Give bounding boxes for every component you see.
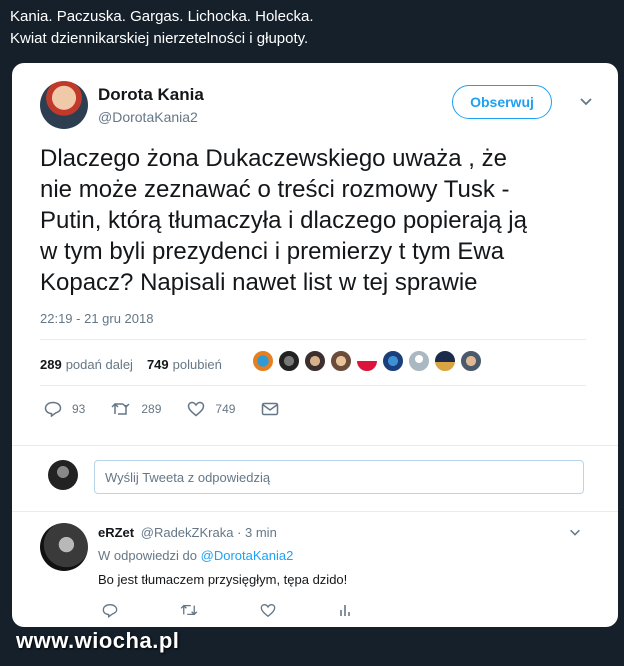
- retweets-label[interactable]: podań dalej: [66, 357, 133, 372]
- reply-text: Bo jest tłumaczem przysięgłym, tępa dzid…: [98, 572, 348, 587]
- author-avatar[interactable]: [40, 81, 88, 129]
- reply-to-prefix: W odpowiedzi do: [98, 548, 197, 563]
- retweet-action[interactable]: 289: [111, 401, 161, 417]
- reply-time[interactable]: · 3 min: [237, 525, 277, 540]
- envelope-icon: [262, 402, 279, 416]
- tweet-timestamp[interactable]: 22:19 - 21 gru 2018: [40, 311, 153, 326]
- liker-avatar[interactable]: [330, 350, 352, 372]
- reply-author-name[interactable]: eRZet: [98, 525, 134, 540]
- retweet-count: 289: [141, 402, 162, 416]
- liker-avatar[interactable]: [252, 350, 274, 372]
- liker-avatar[interactable]: [434, 350, 456, 372]
- author-name[interactable]: Dorota Kania: [98, 85, 204, 105]
- message-action[interactable]: [261, 402, 289, 416]
- reply-to-handle[interactable]: @DorotaKania2: [201, 548, 294, 563]
- reply-action[interactable]: 93: [44, 401, 85, 417]
- like-count: 749: [215, 402, 236, 416]
- liker-avatar[interactable]: [408, 350, 430, 372]
- analytics-icon[interactable]: [338, 602, 352, 618]
- retweets-count[interactable]: 289: [40, 357, 62, 372]
- follow-button[interactable]: Obserwuj: [452, 85, 552, 119]
- caption-line-2: Kwiat dziennikarskiej nierzetelności i g…: [10, 30, 309, 47]
- tweet-text-line: w tym byli prezydenci i premierzy t tym …: [40, 238, 505, 265]
- retweet-icon[interactable]: [180, 603, 198, 617]
- tweet-text-line: Dlaczego żona Dukaczewskiego uważa , że: [40, 145, 507, 172]
- site-watermark: www.wiocha.pl: [16, 628, 180, 653]
- retweet-icon: [111, 402, 130, 415]
- divider: [40, 385, 586, 386]
- likes-label[interactable]: polubień: [173, 357, 222, 372]
- liker-avatar[interactable]: [304, 350, 326, 372]
- reply-composer: Wyślij Tweeta z odpowiedzią: [12, 447, 618, 501]
- current-user-avatar[interactable]: [48, 460, 78, 490]
- caption-line-1: Kania. Paczuska. Gargas. Lichocka. Holec…: [10, 8, 314, 25]
- divider: [40, 339, 586, 340]
- tweet-header: Dorota Kania @DorotaKania2 Obserwuj: [40, 81, 600, 131]
- reply-context: W odpowiedzi do @DorotaKania2: [98, 548, 293, 563]
- liker-avatar[interactable]: [382, 350, 404, 372]
- heart-icon: [188, 401, 205, 417]
- chevron-down-icon[interactable]: [568, 525, 582, 539]
- divider: [12, 445, 618, 446]
- divider: [12, 511, 618, 512]
- author-handle[interactable]: @DorotaKania2: [98, 109, 198, 125]
- likes-count[interactable]: 749: [147, 357, 169, 372]
- tweet-text: Dlaczego żona Dukaczewskiego uważa , że …: [40, 143, 600, 298]
- reply-icon[interactable]: [102, 603, 118, 618]
- tweet-card: Dorota Kania @DorotaKania2 Obserwuj Dlac…: [12, 63, 618, 627]
- tweet-text-line: Putin, którą tłumaczyła i dlaczego popie…: [40, 207, 527, 234]
- reply-author-avatar[interactable]: [40, 523, 88, 571]
- reply-input[interactable]: Wyślij Tweeta z odpowiedzią: [94, 460, 584, 494]
- tweet-text-line: Kopacz? Napisali nawet list w tej sprawi…: [40, 269, 478, 296]
- heart-icon[interactable]: [260, 603, 276, 618]
- tweet-actions: 93 289 749: [44, 399, 315, 419]
- reply-header: eRZet @RadekZKraka · 3 min: [98, 525, 277, 540]
- liker-avatar[interactable]: [356, 350, 378, 372]
- chevron-down-icon[interactable]: [578, 93, 594, 109]
- liker-avatar[interactable]: [460, 350, 482, 372]
- reply-tweet[interactable]: eRZet @RadekZKraka · 3 min W odpowiedzi …: [12, 513, 618, 627]
- liker-avatars: [252, 350, 486, 372]
- reply-actions: [102, 602, 414, 618]
- tweet-text-line: nie może zeznawać o treści rozmowy Tusk …: [40, 176, 510, 203]
- post-caption: Kania. Paczuska. Gargas. Lichocka. Holec…: [10, 6, 314, 50]
- reply-icon: [44, 401, 62, 417]
- engagement-stats: 289 podań dalej 749 polubień: [40, 351, 222, 377]
- reply-count: 93: [72, 402, 86, 416]
- liker-avatar[interactable]: [278, 350, 300, 372]
- like-action[interactable]: 749: [187, 401, 235, 417]
- reply-author-handle[interactable]: @RadekZKraka: [141, 525, 234, 540]
